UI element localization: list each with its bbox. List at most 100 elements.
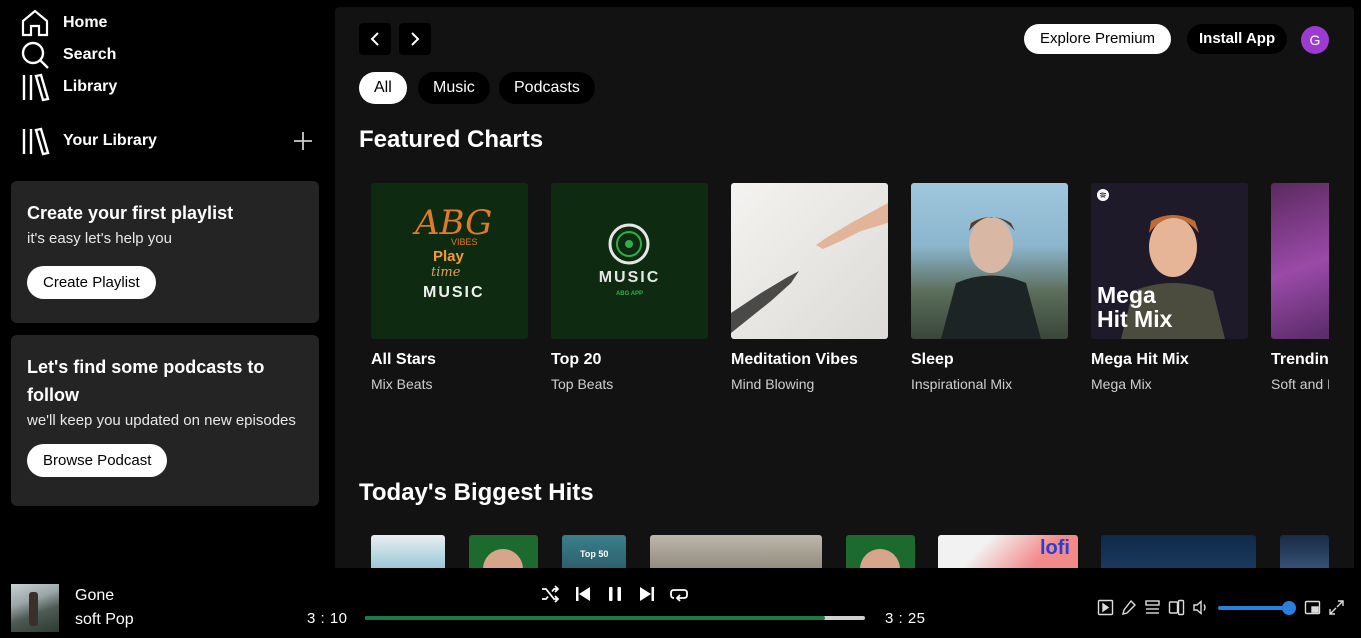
microphone-icon[interactable] [1120, 599, 1137, 616]
pause-icon[interactable] [605, 584, 625, 604]
spotify-icon [1097, 189, 1109, 201]
art-text: Hit Mix [1097, 306, 1173, 332]
duration-time: 3 : 25 [885, 610, 926, 627]
vinyl-icon [608, 223, 650, 265]
biggest-hits-title: Today's Biggest Hits [359, 479, 594, 506]
tile-subtitle: Inspirational Mix [911, 376, 1013, 392]
tile-artwork [911, 183, 1068, 339]
featured-charts-title: Featured Charts [359, 126, 544, 153]
podcast-card-subtitle: we'll keep you updated on new episodes [27, 412, 296, 429]
now-playing-title: Gone [75, 587, 115, 604]
tile-subtitle: Mind Blowing [731, 376, 815, 392]
nav-library-label: Library [63, 78, 118, 95]
filter-all[interactable]: All [359, 72, 407, 104]
tile-subtitle: Mega Mix [1091, 376, 1152, 392]
chart-tile[interactable]: Sleep Inspirational Mix [911, 183, 1068, 392]
volume-icon[interactable] [1192, 599, 1209, 616]
library-icon [22, 73, 50, 102]
volume-slider[interactable] [1218, 601, 1296, 615]
now-playing-info: Gone soft Pop [11, 584, 134, 632]
create-playlist-button[interactable]: Create Playlist [27, 266, 156, 299]
back-button[interactable] [359, 23, 391, 55]
art-text: lofi [1040, 537, 1070, 559]
art-text: time [431, 265, 461, 280]
hit-tile[interactable]: Top 50 [562, 535, 626, 568]
tile-subtitle: Soft and I [1271, 376, 1329, 392]
podcast-card-title: Let's find some podcasts to follow [27, 357, 265, 405]
elapsed-time: 3 : 10 [307, 610, 348, 627]
explore-premium-button[interactable]: Explore Premium [1024, 24, 1172, 54]
hit-tile[interactable] [469, 535, 538, 568]
filter-music[interactable]: Music [418, 72, 490, 104]
previous-icon[interactable] [573, 584, 593, 604]
shuffle-icon[interactable] [540, 584, 560, 604]
chart-tile[interactable]: MUSIC ABG APP Top 20 Top Beats [551, 183, 708, 392]
main-content: Explore Premium Install App G All Music … [335, 7, 1354, 568]
plus-icon[interactable] [291, 129, 315, 153]
chevron-left-icon [370, 32, 379, 46]
hands-image [731, 203, 888, 333]
hit-tile[interactable] [371, 535, 445, 568]
face-image [483, 549, 523, 568]
now-playing-artist: soft Pop [75, 611, 134, 628]
tile-artwork [1271, 183, 1329, 339]
art-text: MUSIC [598, 269, 661, 286]
nav-library[interactable]: Library [20, 72, 117, 102]
hit-tile[interactable] [846, 535, 915, 568]
hit-tile[interactable] [1280, 535, 1329, 568]
hit-tile[interactable] [1101, 535, 1256, 568]
avatar[interactable]: G [1301, 26, 1329, 54]
tile-artwork [731, 183, 888, 339]
progress-fill [365, 616, 825, 620]
install-app-button[interactable]: Install App [1187, 24, 1288, 54]
portrait-image [941, 217, 1041, 339]
nav-home[interactable]: Home [20, 8, 107, 38]
nav-search[interactable]: Search [20, 40, 116, 70]
nav-home-label: Home [63, 14, 108, 31]
tile-artwork: MUSIC ABG APP [551, 183, 708, 339]
search-icon [21, 41, 49, 69]
tile-subtitle: Mix Beats [371, 376, 433, 392]
fullscreen-icon[interactable] [1328, 599, 1345, 616]
tile-title: Meditation Vibes [731, 351, 858, 368]
chart-tile[interactable]: ABG VIBES Play time MUSIC All Stars Mix … [371, 183, 528, 392]
sidebar: Home Search Library Your Library Create … [0, 0, 335, 568]
chart-tile[interactable]: Mega Hit Mix Mega Hit Mix Mega Mix [1091, 183, 1248, 392]
hit-tile[interactable]: lofi [938, 535, 1078, 568]
art-text: Top 50 [580, 549, 609, 559]
playback-progress-bar[interactable] [365, 616, 865, 620]
queue-icon[interactable] [1144, 599, 1161, 616]
tile-title: Sleep [911, 351, 954, 368]
chart-tile[interactable]: Meditation Vibes Mind Blowing [731, 183, 888, 392]
art-text: MUSIC [423, 284, 485, 301]
your-library-label: Your Library [63, 132, 157, 149]
art-text: VIBES [451, 237, 478, 247]
tile-artwork: ABG VIBES Play time MUSIC [371, 183, 528, 339]
filter-podcasts[interactable]: Podcasts [499, 72, 595, 104]
hit-tile[interactable] [650, 535, 822, 568]
connect-device-icon[interactable] [1168, 599, 1185, 616]
forward-button[interactable] [399, 23, 431, 55]
tile-subtitle: Top Beats [551, 376, 614, 392]
tile-title: All Stars [371, 351, 436, 368]
next-icon[interactable] [637, 584, 657, 604]
browse-podcast-button[interactable]: Browse Podcast [27, 444, 168, 477]
create-playlist-title: Create your first playlist [27, 203, 234, 223]
art-text: Play [433, 248, 464, 265]
browse-podcast-card: Let's find some podcasts to follow we'll… [11, 335, 319, 506]
library-icon [22, 127, 50, 156]
now-playing-view-icon[interactable] [1097, 599, 1114, 616]
tile-artwork: Mega Hit Mix [1091, 183, 1248, 339]
volume-knob[interactable] [1282, 601, 1296, 615]
home-icon [21, 9, 49, 37]
nav-search-label: Search [63, 46, 117, 63]
create-playlist-subtitle: it's easy let's help you [27, 230, 172, 247]
face-image [860, 549, 900, 568]
chart-tile[interactable]: Trending Soft and I [1271, 183, 1329, 392]
player-bar: 3 : 10 3 : 25 [307, 568, 1361, 638]
chevron-right-icon [411, 32, 420, 46]
tile-title: Mega Hit Mix [1091, 351, 1189, 368]
miniplayer-icon[interactable] [1304, 599, 1321, 616]
your-library-header[interactable]: Your Library [20, 124, 315, 158]
repeat-icon[interactable] [669, 584, 689, 604]
